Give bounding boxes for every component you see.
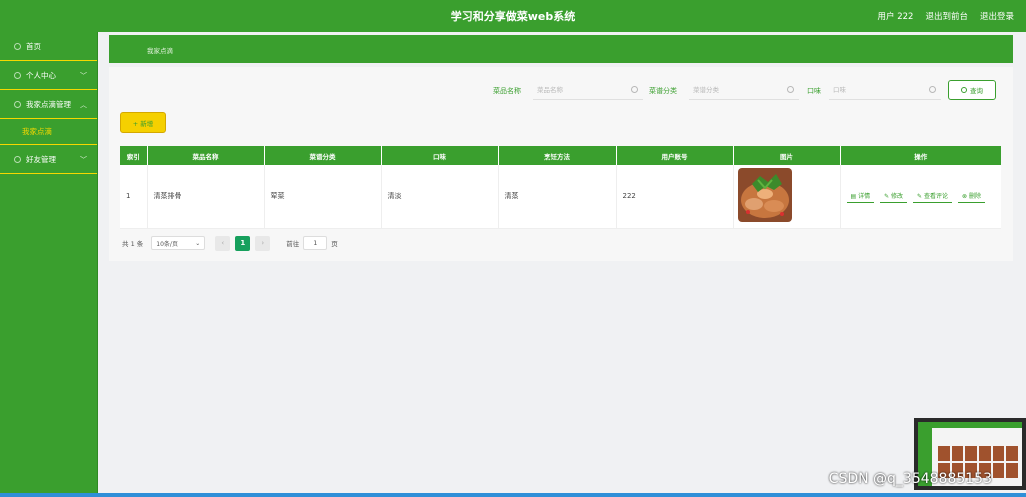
app-title: 学习和分享做菜web系统 (450, 10, 576, 23)
user-icon (14, 71, 21, 79)
add-button[interactable]: + 新增 (120, 112, 166, 133)
sidebar-item-friend-manage[interactable]: 好友管理 ﹀ (0, 145, 97, 174)
prev-page-button[interactable]: ‹ (215, 235, 231, 251)
edit-label: 修改 (891, 193, 904, 201)
search-label-taste: 口味 (807, 87, 821, 95)
sidebar-item-label: 个人中心 (26, 70, 56, 80)
dish-image (737, 168, 792, 223)
column-header: 口味 (381, 146, 499, 165)
breadcrumb-current: 我家点滴 (147, 47, 173, 55)
chevron-up-icon: ︿ (80, 101, 87, 109)
next-page-button[interactable]: › (255, 235, 271, 251)
query-button-label: 查询 (970, 87, 983, 95)
chevron-down-icon: ﹀ (80, 72, 87, 80)
page-size-value: 10条/页 (156, 240, 178, 248)
category-input[interactable] (689, 80, 799, 100)
column-header: 烹饪方法 (498, 146, 617, 165)
friends-icon (14, 155, 21, 163)
sidebar-subitem-family-moments[interactable]: 我家点滴 (0, 119, 97, 145)
logout-link[interactable]: 退出登录 (980, 10, 1014, 22)
detail-link[interactable]: ▤ 详情 (846, 189, 875, 204)
sidebar-item-family-moments-manage[interactable]: 我家点滴管理 ︿ (0, 90, 97, 119)
main-panel: 菜品名称 菜谱分类 口味 查询 + 新增 索引 菜品名称 菜谱分类 口味 烹饪方… (109, 67, 1013, 261)
column-header: 菜谱分类 (264, 146, 382, 165)
sidebar: 首页 个人中心 ﹀ 我家点滴管理 ︿ 我家点滴 好友管理 ﹀ (0, 32, 98, 497)
page-suffix: 页 (331, 240, 338, 248)
taskbar-edge (0, 493, 1026, 497)
sidebar-item-label: 好友管理 (26, 154, 56, 164)
search-icon (787, 86, 794, 93)
delete-label: 删除 (968, 193, 981, 201)
cell-image (733, 165, 841, 229)
user-label: 用户 222 (877, 12, 914, 22)
user-area: 用户 222 退出到前台 退出登录 (878, 10, 1014, 22)
column-header: 菜品名称 (147, 146, 265, 165)
home-icon (14, 42, 21, 50)
thumbnail-topbar (918, 422, 1022, 428)
taste-input[interactable] (829, 80, 941, 100)
sidebar-item-home[interactable]: 首页 (0, 32, 97, 61)
view-comments-link[interactable]: ✎ 查看评论 (913, 189, 952, 204)
edit-link[interactable]: ✎ 修改 (880, 189, 908, 204)
cell-actions: ▤ 详情 ✎ 修改 ✎ 查看评论 ⊗ 删除 (840, 165, 1001, 229)
search-icon (631, 86, 638, 93)
query-button[interactable]: 查询 (948, 80, 996, 100)
cell-method: 清蒸 (498, 165, 617, 229)
table-header-row: 索引 菜品名称 菜谱分类 口味 烹饪方法 用户账号 图片 操作 (120, 146, 1001, 165)
search-label-category: 菜谱分类 (649, 87, 677, 95)
cell-category: 荤菜 (264, 165, 382, 229)
delete-link[interactable]: ⊗ 删除 (958, 189, 985, 204)
back-front-link[interactable]: 退出到前台 (925, 10, 968, 22)
dish-name-input[interactable] (533, 80, 643, 100)
top-bar: 学习和分享做菜web系统 用户 222 退出到前台 退出登录 (0, 0, 1026, 32)
pager-total: 共 1 条 (122, 240, 144, 248)
menu-icon (14, 100, 21, 108)
data-table: 索引 菜品名称 菜谱分类 口味 烹饪方法 用户账号 图片 操作 1 清蒸排骨 荤… (120, 146, 1001, 229)
goto-label: 前往 (286, 240, 300, 248)
chevron-down-icon: ⌄ (195, 239, 201, 247)
goto-page-input[interactable]: 1 (303, 236, 328, 250)
watermark: CSDN @q_3548885153 (828, 471, 992, 487)
cell-account: 222 (616, 165, 734, 229)
pagination: 共 1 条 10条/页 ⌄ ‹ 1 › 前往 1 页 (122, 235, 338, 251)
chevron-down-icon: ﹀ (80, 156, 87, 164)
search-icon (961, 87, 967, 93)
column-header: 操作 (840, 146, 1001, 165)
cell-taste: 清淡 (381, 165, 499, 229)
search-label-dish-name: 菜品名称 (493, 87, 521, 95)
search-icon (929, 86, 936, 93)
sidebar-item-label: 首页 (26, 41, 41, 51)
breadcrumb: 我家点滴 (109, 35, 1013, 63)
detail-label: 详情 (858, 193, 871, 201)
view-comments-label: 查看评论 (923, 193, 948, 201)
column-header: 索引 (120, 146, 148, 165)
cell-index: 1 (120, 165, 148, 229)
cell-dish-name: 清蒸排骨 (147, 165, 265, 229)
sidebar-item-personal-center[interactable]: 个人中心 ﹀ (0, 61, 97, 90)
table-row: 1 清蒸排骨 荤菜 清淡 清蒸 222 ▤ 详情 ✎ 修改 ✎ 查看评论 ⊗ 删… (120, 165, 1001, 229)
column-header: 用户账号 (616, 146, 734, 165)
page-size-select[interactable]: 10条/页 ⌄ (151, 236, 206, 250)
column-header: 图片 (733, 146, 841, 165)
sidebar-item-label: 我家点滴管理 (26, 99, 71, 109)
page-number-button[interactable]: 1 (235, 235, 251, 251)
